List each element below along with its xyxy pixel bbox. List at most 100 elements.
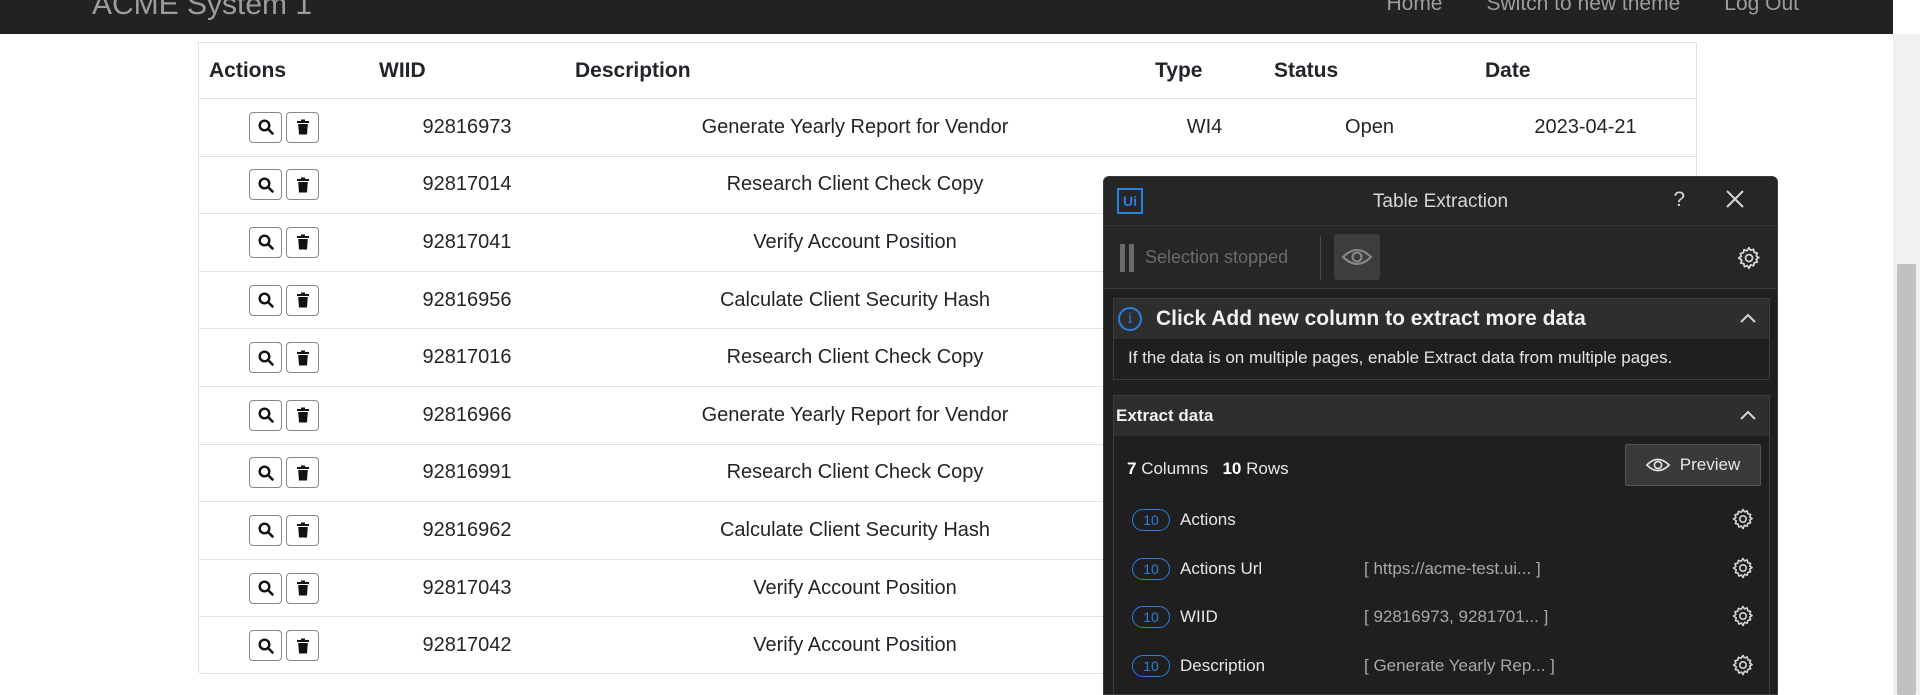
- description-cell: Generate Yearly Report for Vendor: [565, 98, 1145, 157]
- header-date: Date: [1475, 42, 1696, 99]
- search-icon: [257, 407, 274, 424]
- header-status: Status: [1264, 42, 1475, 99]
- settings-gear-icon[interactable]: [1736, 245, 1762, 276]
- info-banner-header[interactable]: i Click Add new column to extract more d…: [1114, 299, 1769, 339]
- view-button[interactable]: [249, 284, 282, 316]
- info-icon: i: [1118, 307, 1142, 331]
- delete-button[interactable]: [286, 226, 319, 258]
- extract-data-title: Extract data: [1116, 406, 1214, 425]
- view-button[interactable]: [249, 111, 282, 143]
- extract-data-section: Extract data 7 Columns 10 Rows Preview 1…: [1113, 395, 1770, 694]
- top-navbar: ACME System 1 Home Switch to new theme L…: [0, 0, 1893, 34]
- nav-link-switch-theme[interactable]: Switch to new theme: [1487, 0, 1681, 16]
- scrollbar-thumb[interactable]: [1897, 264, 1916, 695]
- extract-data-header[interactable]: Extract data: [1114, 396, 1769, 436]
- actions-cell: [199, 213, 369, 272]
- eye-icon: [1342, 249, 1372, 265]
- nav-link-logout[interactable]: Log Out: [1724, 0, 1799, 16]
- preview-button[interactable]: Preview: [1625, 444, 1761, 486]
- column-count-badge: 10: [1132, 509, 1170, 531]
- nav-links: Home Switch to new theme Log Out: [1386, 0, 1799, 16]
- header-description: Description: [565, 42, 1145, 99]
- column-count-badge: 10: [1132, 654, 1170, 677]
- delete-button[interactable]: [286, 169, 319, 201]
- chevron-up-icon[interactable]: [1739, 311, 1757, 329]
- table-row: 92816973 Generate Yearly Report for Vendo…: [199, 98, 1696, 157]
- column-settings-gear-icon[interactable]: [1731, 556, 1755, 585]
- extract-column-row[interactable]: 10 WIID [ 92816973, 9281701... ]: [1114, 598, 1769, 638]
- trash-icon: [296, 407, 310, 423]
- description-cell: Calculate Client Security Hash: [565, 501, 1145, 560]
- table-header-row: Actions WIID Description Type Status Dat…: [199, 42, 1696, 99]
- wiid-cell: 92816956: [369, 271, 565, 330]
- chevron-up-icon[interactable]: [1739, 408, 1757, 426]
- highlight-toggle-button[interactable]: [1334, 234, 1380, 280]
- delete-button[interactable]: [286, 457, 319, 489]
- column-settings-gear-icon[interactable]: [1731, 653, 1755, 682]
- trash-icon: [296, 292, 310, 308]
- extract-column-row[interactable]: 10 Actions: [1114, 501, 1769, 541]
- description-cell: Generate Yearly Report for Vendor: [565, 386, 1145, 445]
- extract-column-row[interactable]: 10 Actions Url [ https://acme-test.ui... ]: [1114, 550, 1769, 590]
- description-cell: Calculate Client Security Hash: [565, 271, 1145, 330]
- view-button[interactable]: [249, 572, 282, 604]
- delete-button[interactable]: [286, 630, 319, 662]
- description-cell: Research Client Check Copy: [565, 156, 1145, 215]
- wiid-cell: 92817043: [369, 559, 565, 618]
- page-scrollbar[interactable]: [1893, 34, 1920, 695]
- view-button[interactable]: [249, 514, 282, 546]
- brand-title[interactable]: ACME System 1: [92, 0, 312, 22]
- type-cell: WI4: [1145, 98, 1264, 157]
- panel-title-bar[interactable]: Ui Table Extraction ?: [1104, 177, 1777, 225]
- column-sample: [ 92816973, 9281701... ]: [1364, 607, 1549, 626]
- actions-cell: [199, 98, 369, 157]
- date-cell: 2023-04-21: [1475, 98, 1696, 157]
- view-button[interactable]: [249, 169, 282, 201]
- column-name: WIID: [1180, 607, 1218, 626]
- trash-icon: [296, 177, 310, 193]
- pause-icon[interactable]: [1120, 244, 1134, 272]
- actions-cell: [199, 386, 369, 445]
- wiid-cell: 92817014: [369, 156, 565, 215]
- wiid-cell: 92816966: [369, 386, 565, 445]
- header-actions: Actions: [199, 42, 369, 99]
- column-settings-gear-icon[interactable]: [1731, 507, 1755, 536]
- description-cell: Verify Account Position: [565, 213, 1145, 272]
- wiid-cell: 92817042: [422, 634, 512, 657]
- column-settings-gear-icon[interactable]: [1731, 604, 1755, 633]
- info-banner-text: If the data is on multiple pages, enable…: [1128, 348, 1673, 367]
- column-sample: [ https://acme-test.ui... ]: [1364, 558, 1541, 578]
- view-button[interactable]: [249, 399, 282, 431]
- delete-button[interactable]: [286, 284, 319, 316]
- close-icon[interactable]: [1725, 189, 1745, 214]
- delete-button[interactable]: [286, 342, 319, 374]
- delete-button[interactable]: [286, 111, 319, 143]
- header-wiid: WIID: [369, 42, 565, 99]
- column-count-badge: 10: [1132, 557, 1170, 580]
- view-button[interactable]: [249, 226, 282, 258]
- trash-icon: [296, 580, 310, 596]
- view-button[interactable]: [249, 342, 282, 374]
- nav-link-home[interactable]: Home: [1386, 0, 1442, 16]
- info-banner-title: Click Add new column to extract more dat…: [1156, 307, 1586, 330]
- search-icon: [257, 522, 274, 539]
- column-name: Description: [1180, 655, 1266, 675]
- trash-icon: [296, 350, 310, 366]
- actions-cell: [199, 444, 369, 503]
- actions-cell: [199, 271, 369, 330]
- delete-button[interactable]: [286, 572, 319, 604]
- search-icon: [257, 638, 274, 654]
- info-banner: i Click Add new column to extract more d…: [1113, 298, 1770, 380]
- description-cell: Research Client Check Copy: [565, 444, 1145, 503]
- help-icon[interactable]: ?: [1673, 188, 1685, 212]
- extract-column-row[interactable]: 10 Description [ Generate Yearly Rep... ]: [1114, 647, 1769, 687]
- trash-icon: [296, 119, 310, 135]
- delete-button[interactable]: [286, 399, 319, 431]
- column-name: Actions Url: [1180, 558, 1263, 578]
- description-cell: Verify Account Position: [753, 634, 957, 657]
- view-button[interactable]: [249, 630, 282, 662]
- delete-button[interactable]: [286, 514, 319, 546]
- column-count-badge: 10: [1132, 606, 1170, 628]
- view-button[interactable]: [249, 457, 282, 489]
- toolbar-divider: [1320, 236, 1321, 280]
